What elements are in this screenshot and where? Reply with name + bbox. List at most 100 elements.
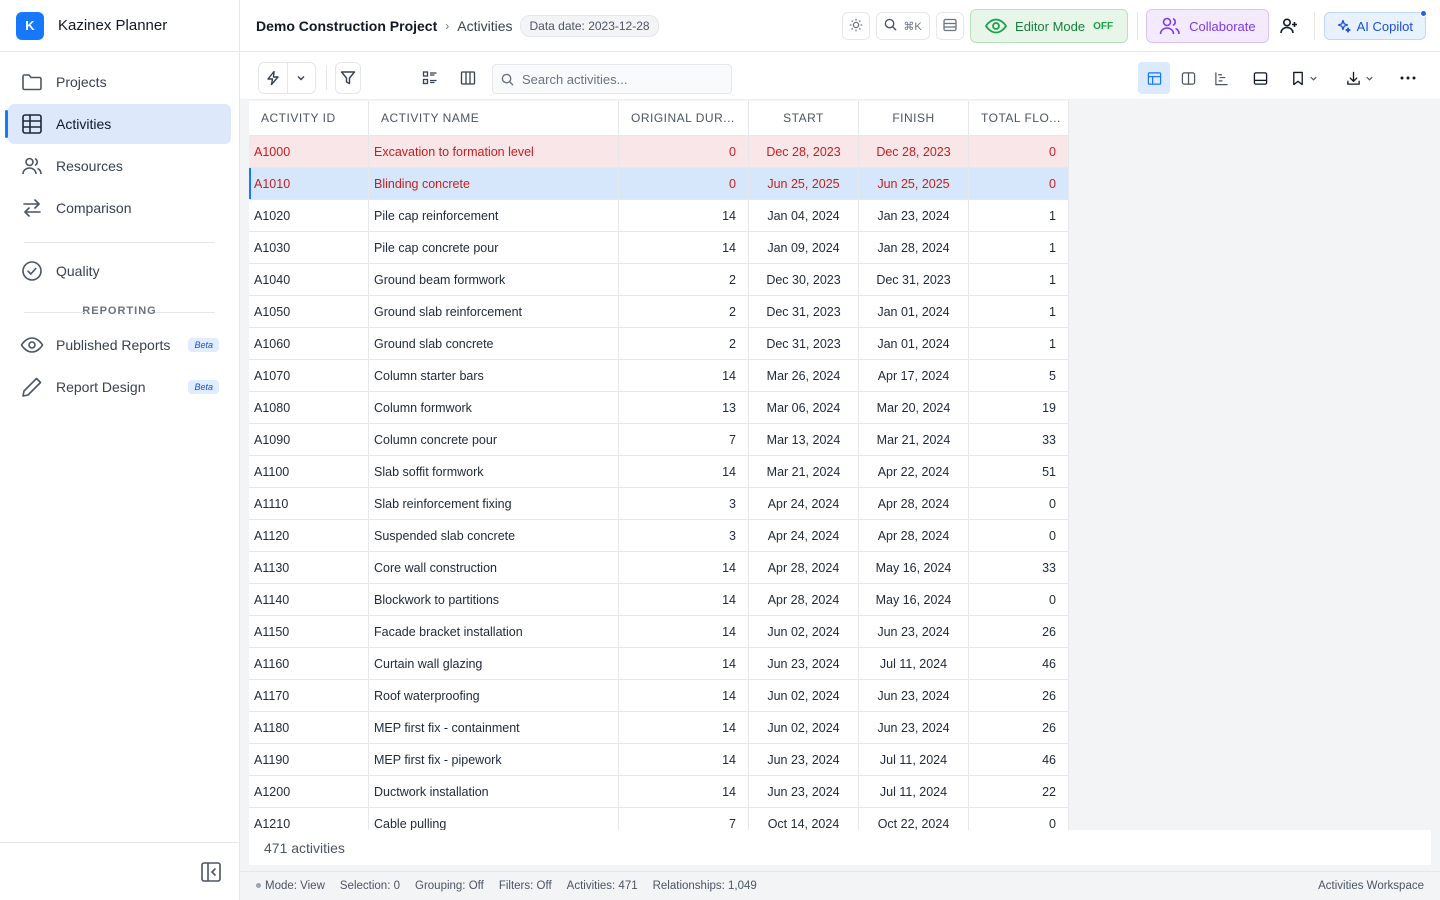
- cell-activity-id[interactable]: A1020: [249, 200, 369, 231]
- cell-total-float[interactable]: 26: [969, 616, 1069, 647]
- cell-original-duration[interactable]: 2: [619, 328, 749, 359]
- collaborate-button[interactable]: Collaborate: [1146, 9, 1269, 43]
- cell-finish[interactable]: May 16, 2024: [859, 552, 969, 583]
- table-row[interactable]: A1130 Core wall construction 14 Apr 28, 202…: [249, 552, 1069, 584]
- filter-button[interactable]: [335, 62, 361, 94]
- cell-activity-id[interactable]: A1000: [249, 136, 369, 167]
- cell-activity-id[interactable]: A1070: [249, 360, 369, 391]
- command-search-button[interactable]: ⌘K: [876, 12, 931, 40]
- cell-start[interactable]: Jan 09, 2024: [749, 232, 859, 263]
- table-row[interactable]: A1090 Column concrete pour 7 Mar 13, 2024 Ma…: [249, 424, 1069, 456]
- cell-finish[interactable]: Jun 23, 2024: [859, 680, 969, 711]
- cell-activity-id[interactable]: A1100: [249, 456, 369, 487]
- table-row[interactable]: A1210 Cable pulling 7 Oct 14, 2024 Oct 22, 2…: [249, 808, 1069, 830]
- cell-activity-name[interactable]: Ground slab reinforcement: [369, 296, 619, 327]
- activity-search[interactable]: [492, 64, 732, 94]
- cell-finish[interactable]: Jun 23, 2024: [859, 712, 969, 743]
- table-row[interactable]: A1170 Roof waterproofing 14 Jun 02, 2024 Jun…: [249, 680, 1069, 712]
- cell-start[interactable]: Dec 31, 2023: [749, 296, 859, 327]
- search-input[interactable]: [522, 71, 722, 87]
- column-header-original-duration[interactable]: ORIGINAL DUR...: [619, 101, 749, 135]
- cell-start[interactable]: Mar 13, 2024: [749, 424, 859, 455]
- column-header-start[interactable]: START: [749, 101, 859, 135]
- cell-activity-name[interactable]: Pile cap reinforcement: [369, 200, 619, 231]
- sidebar-item-projects[interactable]: Projects: [8, 62, 231, 102]
- cell-start[interactable]: Jun 02, 2024: [749, 616, 859, 647]
- cell-start[interactable]: Dec 28, 2023: [749, 136, 859, 167]
- table-row[interactable]: A1110 Slab reinforcement fixing 3 Apr 24, 2…: [249, 488, 1069, 520]
- sidebar-item-activities[interactable]: Activities: [5, 104, 231, 144]
- cell-activity-id[interactable]: A1190: [249, 744, 369, 775]
- cell-total-float[interactable]: 0: [969, 808, 1069, 830]
- breadcrumb-project[interactable]: Demo Construction Project: [256, 18, 437, 34]
- cell-total-float[interactable]: 19: [969, 392, 1069, 423]
- cell-total-float[interactable]: 0: [969, 488, 1069, 519]
- cell-activity-id[interactable]: A1090: [249, 424, 369, 455]
- cell-original-duration[interactable]: 13: [619, 392, 749, 423]
- cell-finish[interactable]: Jan 23, 2024: [859, 200, 969, 231]
- cell-activity-name[interactable]: MEP first fix - containment: [369, 712, 619, 743]
- cell-start[interactable]: Dec 31, 2023: [749, 328, 859, 359]
- cell-start[interactable]: Jun 02, 2024: [749, 680, 859, 711]
- cell-activity-name[interactable]: Column concrete pour: [369, 424, 619, 455]
- cell-activity-id[interactable]: A1150: [249, 616, 369, 647]
- chevron-down-icon[interactable]: [288, 73, 316, 83]
- cell-total-float[interactable]: 1: [969, 296, 1069, 327]
- cell-original-duration[interactable]: 14: [619, 360, 749, 391]
- cell-total-float[interactable]: 33: [969, 424, 1069, 455]
- cell-total-float[interactable]: 1: [969, 328, 1069, 359]
- cell-start[interactable]: Apr 28, 2024: [749, 584, 859, 615]
- theme-toggle-button[interactable]: [842, 12, 871, 40]
- table-row[interactable]: A1190 MEP first fix - pipework 14 Jun 23, 2…: [249, 744, 1069, 776]
- cell-finish[interactable]: Apr 22, 2024: [859, 456, 969, 487]
- table-row[interactable]: A1160 Curtain wall glazing 14 Jun 23, 2024 J…: [249, 648, 1069, 680]
- quick-actions-button[interactable]: [258, 62, 316, 94]
- cell-finish[interactable]: Jan 01, 2024: [859, 296, 969, 327]
- cell-start[interactable]: Jun 23, 2024: [749, 776, 859, 807]
- cell-activity-name[interactable]: MEP first fix - pipework: [369, 744, 619, 775]
- table-row[interactable]: A1060 Ground slab concrete 2 Dec 31, 2023 Ja…: [249, 328, 1069, 360]
- cell-start[interactable]: Jun 25, 2025: [749, 168, 859, 199]
- cell-activity-name[interactable]: Slab reinforcement fixing: [369, 488, 619, 519]
- cell-activity-id[interactable]: A1080: [249, 392, 369, 423]
- sidebar-item-published-reports[interactable]: Published Reports Beta: [8, 325, 231, 365]
- cell-start[interactable]: Mar 26, 2024: [749, 360, 859, 391]
- cell-activity-id[interactable]: A1210: [249, 808, 369, 830]
- cell-total-float[interactable]: 46: [969, 648, 1069, 679]
- cell-activity-name[interactable]: Cable pulling: [369, 808, 619, 830]
- cell-start[interactable]: Apr 24, 2024: [749, 520, 859, 551]
- cell-original-duration[interactable]: 7: [619, 808, 749, 830]
- cell-finish[interactable]: May 16, 2024: [859, 584, 969, 615]
- cell-activity-id[interactable]: A1120: [249, 520, 369, 551]
- table-row[interactable]: A1150 Facade bracket installation 14 Jun 02…: [249, 616, 1069, 648]
- cell-total-float[interactable]: 0: [969, 136, 1069, 167]
- cell-original-duration[interactable]: 2: [619, 264, 749, 295]
- cell-original-duration[interactable]: 7: [619, 424, 749, 455]
- cell-total-float[interactable]: 0: [969, 168, 1069, 199]
- table-row[interactable]: A1180 MEP first fix - containment 14 Jun 02…: [249, 712, 1069, 744]
- cell-finish[interactable]: Dec 31, 2023: [859, 264, 969, 295]
- cell-activity-name[interactable]: Pile cap concrete pour: [369, 232, 619, 263]
- cell-activity-name[interactable]: Excavation to formation level: [369, 136, 619, 167]
- collapse-sidebar-icon[interactable]: [200, 861, 222, 883]
- cell-original-duration[interactable]: 14: [619, 744, 749, 775]
- cell-finish[interactable]: Jun 23, 2024: [859, 616, 969, 647]
- cell-start[interactable]: Apr 28, 2024: [749, 552, 859, 583]
- sidebar-item-report-design[interactable]: Report Design Beta: [8, 367, 231, 407]
- cell-total-float[interactable]: 0: [969, 520, 1069, 551]
- cell-original-duration[interactable]: 14: [619, 616, 749, 647]
- sidebar-item-comparison[interactable]: Comparison: [8, 188, 231, 228]
- cell-activity-id[interactable]: A1160: [249, 648, 369, 679]
- more-options-button[interactable]: [1392, 62, 1424, 94]
- brand[interactable]: K Kazinex Planner: [0, 0, 239, 52]
- cell-total-float[interactable]: 33: [969, 552, 1069, 583]
- cell-finish[interactable]: Jul 11, 2024: [859, 776, 969, 807]
- cell-start[interactable]: Mar 06, 2024: [749, 392, 859, 423]
- cell-original-duration[interactable]: 14: [619, 200, 749, 231]
- column-header-activity-name[interactable]: ACTIVITY NAME: [369, 101, 619, 135]
- table-row[interactable]: A1200 Ductwork installation 14 Jun 23, 2024…: [249, 776, 1069, 808]
- column-header-activity-id[interactable]: ACTIVITY ID: [249, 101, 369, 135]
- cell-activity-name[interactable]: Slab soffit formwork: [369, 456, 619, 487]
- cell-start[interactable]: Mar 21, 2024: [749, 456, 859, 487]
- cell-activity-name[interactable]: Core wall construction: [369, 552, 619, 583]
